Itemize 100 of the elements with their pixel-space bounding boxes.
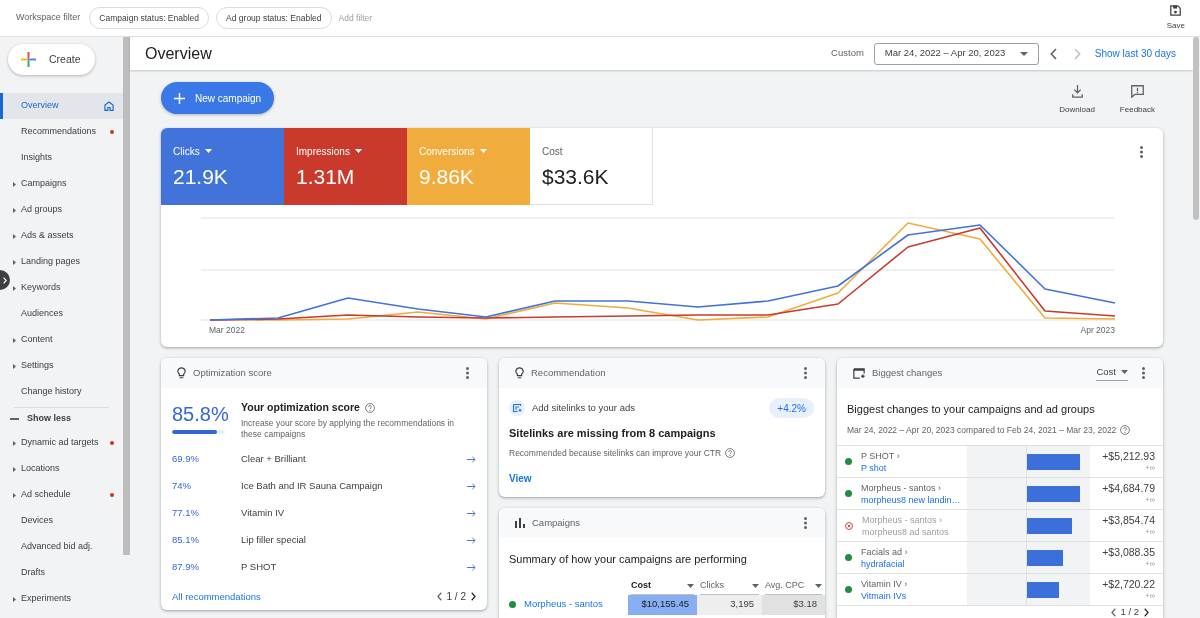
nav-item[interactable]: Campaigns xyxy=(10,171,123,197)
caret-down-icon xyxy=(479,149,487,153)
arrow-right-icon[interactable] xyxy=(467,455,476,463)
lightbulb-icon xyxy=(515,367,524,379)
filter-chip[interactable]: Ad group status: Enabled xyxy=(216,7,332,29)
window-plus-icon xyxy=(853,367,865,379)
table-cell: $3.18 xyxy=(762,594,825,615)
save-icon xyxy=(1170,4,1182,16)
sidebar-toggle-button[interactable] xyxy=(0,270,10,290)
ad-group-link[interactable]: morpheus8 new landin… xyxy=(861,493,961,506)
nav-item[interactable]: Dynamic ad targets xyxy=(10,430,123,456)
table-cell: $10,155.45 xyxy=(628,594,697,615)
caret-down-icon xyxy=(815,584,822,588)
metric-tile[interactable]: Cost $33.6K xyxy=(530,128,653,205)
caret-down-icon xyxy=(752,584,759,588)
axis-label: Mar 2022 xyxy=(209,325,245,335)
plus-icon xyxy=(21,52,36,67)
nav-item[interactable]: Drafts xyxy=(10,560,123,586)
more-options-icon[interactable] xyxy=(466,367,469,379)
campaign-name: Morpheus - santos › xyxy=(862,513,943,526)
nav-item[interactable]: Overview xyxy=(0,93,123,119)
chevron-right-icon xyxy=(3,276,7,284)
feedback-button[interactable]: Feedback xyxy=(1119,85,1155,116)
metric-value: 9.86K xyxy=(419,166,474,187)
more-options-icon[interactable] xyxy=(1142,367,1145,379)
filter-label: Workspace filter xyxy=(16,11,81,25)
card-title: Recommendation xyxy=(531,365,606,380)
arrow-right-icon[interactable] xyxy=(467,482,476,490)
campaign-name: Lip filler special xyxy=(241,533,307,548)
campaign-link[interactable]: Morpheus - santos xyxy=(524,597,603,612)
more-options-icon[interactable] xyxy=(804,517,807,529)
column-header[interactable]: Avg. CPC xyxy=(765,578,822,595)
metric-dropdown[interactable]: Cost xyxy=(1096,364,1128,382)
page-indicator: 1 / 2 xyxy=(446,590,466,605)
campaign-score: 85.1% xyxy=(172,533,200,548)
ad-group-link[interactable]: hydrafacial xyxy=(861,557,905,570)
chevron-left-icon[interactable] xyxy=(1110,607,1116,617)
all-recommendations-link[interactable]: All recommendations xyxy=(172,589,261,604)
bar-chart-icon xyxy=(515,518,525,528)
uplift-badge: +4.2% xyxy=(769,398,814,418)
nav-item[interactable]: Devices xyxy=(10,508,123,534)
nav-item[interactable]: Content xyxy=(10,327,123,353)
ad-group-link[interactable]: P shot xyxy=(861,461,887,474)
nav-item[interactable]: Experiments xyxy=(10,586,123,612)
save-button[interactable]: Save xyxy=(1166,4,1185,32)
changes-heading: Biggest changes to your campaigns and ad groups xyxy=(846,402,1096,417)
scrollbar-thumb[interactable] xyxy=(1193,37,1199,220)
arrow-right-icon[interactable] xyxy=(467,536,476,544)
score-heading: Your optimization score xyxy=(241,400,360,415)
nav-item[interactable]: Insights xyxy=(10,145,123,171)
nav-item[interactable]: Recommendations xyxy=(10,119,123,145)
chevron-right-icon[interactable] xyxy=(471,592,476,602)
metric-label: Impressions xyxy=(296,144,350,159)
nav-item[interactable]: Advanced bid adj. xyxy=(10,534,123,560)
more-options-icon[interactable] xyxy=(804,367,807,379)
metric-tile[interactable]: Clicks 21.9K xyxy=(161,128,284,205)
more-options-icon[interactable] xyxy=(1140,146,1143,158)
create-button[interactable]: Create xyxy=(8,44,95,75)
nav-item[interactable]: Ads & assets xyxy=(10,223,123,249)
show-less-toggle[interactable]: Show less xyxy=(10,408,71,430)
chevron-left-icon[interactable] xyxy=(1049,47,1057,60)
arrow-right-icon[interactable] xyxy=(467,563,476,571)
download-icon xyxy=(1071,85,1083,98)
date-range-dropdown[interactable]: Mar 24, 2022 – Apr 20, 2023 xyxy=(873,42,1039,65)
caret-down-icon xyxy=(354,149,362,153)
nav-item[interactable]: Ad schedule xyxy=(10,482,123,508)
ad-group-link[interactable]: Vitmain IVs xyxy=(861,589,907,602)
campaign-name: Vitamin IV › xyxy=(861,577,908,590)
feedback-icon xyxy=(1130,85,1144,98)
nav-item[interactable]: Settings xyxy=(10,353,123,379)
metric-value: 21.9K xyxy=(173,166,228,187)
filter-chip[interactable]: Campaign status: Enabled xyxy=(89,7,210,29)
arrow-right-icon[interactable] xyxy=(467,509,476,517)
page-title: Overview xyxy=(145,43,212,64)
nav-item[interactable]: Audiences xyxy=(10,301,123,327)
nav-item[interactable]: Change history xyxy=(10,379,123,405)
chevron-right-icon[interactable] xyxy=(1144,607,1149,617)
metric-tile[interactable]: Impressions 1.31M xyxy=(284,128,407,205)
recommendation-title: Add sitelinks to your ads xyxy=(532,400,635,415)
show-last-30-days-link[interactable]: Show last 30 days xyxy=(1094,46,1176,61)
help-icon xyxy=(364,402,375,413)
date-range-label: Custom xyxy=(831,46,864,61)
scrollbar-thumb[interactable] xyxy=(123,37,130,555)
nav-item[interactable]: Keywords xyxy=(10,275,123,301)
nav-item[interactable]: Landing pages xyxy=(10,249,123,275)
card-title: Biggest changes xyxy=(872,365,943,380)
view-link[interactable]: View xyxy=(509,471,532,487)
campaign-score: 74% xyxy=(172,479,192,494)
nav-item[interactable]: Locations xyxy=(10,456,123,482)
lightbulb-icon xyxy=(177,367,186,379)
campaign-name: Ice Bath and IR Sauna Campaign xyxy=(241,479,384,494)
chevron-left-icon[interactable] xyxy=(436,592,442,602)
sitelinks-icon xyxy=(509,400,525,416)
nav-item[interactable]: Ad groups xyxy=(10,197,123,223)
download-button[interactable]: Download xyxy=(1059,85,1095,116)
new-campaign-button[interactable]: New campaign xyxy=(161,82,275,114)
metric-value: $33.6K xyxy=(542,166,609,187)
column-header[interactable]: Clicks xyxy=(700,578,759,595)
campaign-score: 69.9% xyxy=(172,452,200,467)
column-header[interactable]: Cost xyxy=(631,578,694,595)
